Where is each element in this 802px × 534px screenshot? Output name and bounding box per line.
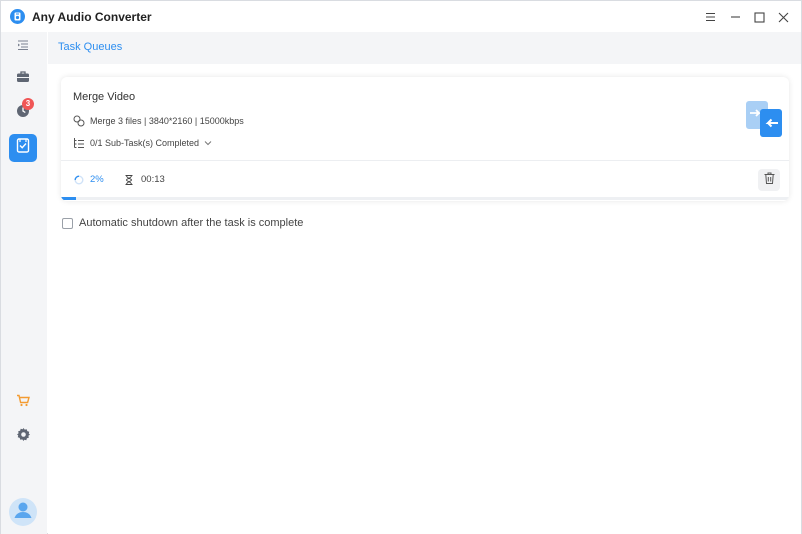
collapse-list-icon xyxy=(17,37,29,55)
gear-icon xyxy=(16,427,31,447)
title-bar: Any Audio Converter xyxy=(1,1,801,32)
card-divider xyxy=(61,160,789,161)
subtask-list-icon xyxy=(73,137,85,149)
sidebar: 3 xyxy=(1,32,47,534)
menu-icon[interactable] xyxy=(700,7,720,27)
spinner-icon xyxy=(74,175,84,185)
sidebar-item-toolbox[interactable] xyxy=(9,65,37,93)
hourglass-icon xyxy=(125,174,133,185)
app-title: Any Audio Converter xyxy=(32,10,152,24)
main-panel: Task Queues Merge Video Merge 3 files | … xyxy=(48,32,801,534)
auto-shutdown-label: Automatic shutdown after the task is com… xyxy=(79,217,304,229)
tab-task-queues[interactable]: Task Queues xyxy=(58,41,122,53)
app-window: Any Audio Converter 3 Task Queues Merge … xyxy=(0,0,802,534)
merge-icon xyxy=(73,115,85,127)
cart-icon xyxy=(16,394,30,412)
subtask-toggle[interactable]: 0/1 Sub-Task(s) Completed xyxy=(73,137,212,149)
maximize-icon[interactable] xyxy=(749,7,769,27)
close-icon[interactable] xyxy=(773,7,793,27)
app-logo-icon xyxy=(10,9,25,24)
task-title: Merge Video xyxy=(73,91,136,103)
progress-bar-fill xyxy=(61,197,76,200)
user-icon xyxy=(9,498,37,526)
chevron-down-icon xyxy=(204,140,212,146)
delete-task-button[interactable] xyxy=(758,169,780,191)
progress-percent: 2% xyxy=(90,174,104,185)
task-card: Merge Video Merge 3 files | 3840*2160 | … xyxy=(61,77,789,201)
bookmark-check-icon xyxy=(16,138,30,158)
task-details: Merge 3 files | 3840*2160 | 15000kbps xyxy=(90,116,244,126)
task-details-row: Merge 3 files | 3840*2160 | 15000kbps xyxy=(73,115,244,127)
sidebar-item-settings[interactable] xyxy=(9,423,37,451)
elapsed-value: 00:13 xyxy=(141,174,165,185)
auto-shutdown-checkbox[interactable] xyxy=(62,217,73,229)
progress-bar xyxy=(61,197,789,200)
main-header: Task Queues xyxy=(48,32,801,64)
merge-video-icon xyxy=(746,99,784,139)
progress-indicator: 2% xyxy=(74,174,104,185)
minimize-icon[interactable] xyxy=(725,7,745,27)
history-badge: 3 xyxy=(22,98,34,110)
briefcase-icon xyxy=(16,70,30,88)
sidebar-collapse-button[interactable] xyxy=(9,32,37,60)
trash-icon xyxy=(764,171,775,189)
elapsed-time: 00:13 xyxy=(125,174,165,185)
auto-shutdown-option[interactable]: Automatic shutdown after the task is com… xyxy=(62,217,303,229)
sidebar-item-store[interactable] xyxy=(9,389,37,417)
avatar[interactable] xyxy=(9,498,37,526)
sidebar-item-task-queues[interactable] xyxy=(9,134,37,162)
subtask-status: 0/1 Sub-Task(s) Completed xyxy=(90,138,200,148)
